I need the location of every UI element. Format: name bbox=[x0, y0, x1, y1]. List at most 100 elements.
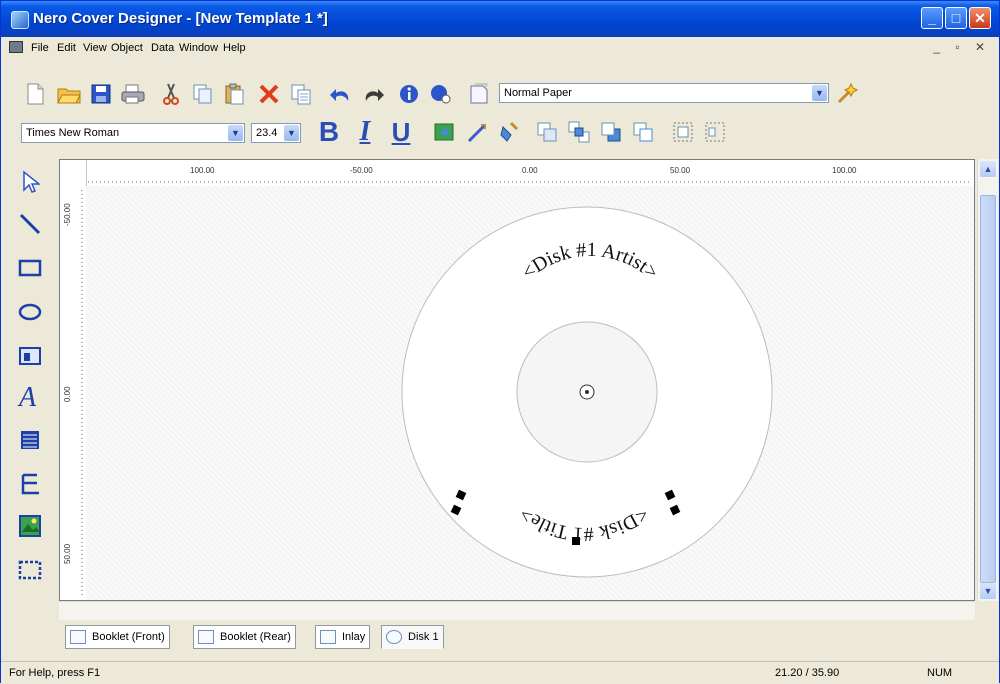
app-icon bbox=[11, 11, 29, 29]
document-icon[interactable] bbox=[9, 41, 23, 53]
align-icon[interactable] bbox=[669, 119, 697, 145]
undo-icon[interactable] bbox=[327, 81, 355, 107]
tree-tool-icon[interactable] bbox=[16, 469, 44, 499]
italic-button[interactable]: I bbox=[351, 116, 379, 147]
distribute-icon[interactable] bbox=[701, 119, 729, 145]
paste-icon[interactable] bbox=[221, 81, 249, 107]
mdi-controls[interactable]: _ ▫ ✕ bbox=[933, 40, 991, 54]
selection-rect-tool-icon[interactable] bbox=[16, 555, 44, 585]
maximize-button[interactable]: □ bbox=[945, 7, 967, 29]
image-frame-tool-icon[interactable] bbox=[16, 341, 44, 371]
ruler-label: 100.00 bbox=[190, 166, 215, 175]
fill-color-icon[interactable] bbox=[431, 119, 459, 145]
status-bar: For Help, press F1 21.20 / 35.90 NUM bbox=[1, 661, 999, 684]
menu-file[interactable]: File bbox=[31, 42, 49, 54]
ruler-label: 50.00 bbox=[670, 166, 691, 175]
vertical-scroll-thumb[interactable] bbox=[980, 195, 996, 583]
tab-label: Booklet (Front) bbox=[92, 631, 165, 643]
tab-label: Disk 1 bbox=[408, 631, 439, 643]
tab-disk-1[interactable]: Disk 1 bbox=[381, 625, 444, 649]
tab-booklet-front[interactable]: Booklet (Front) bbox=[65, 625, 170, 649]
status-num-indicator: NUM bbox=[927, 667, 953, 679]
group-icon[interactable] bbox=[565, 119, 593, 145]
menu-object[interactable]: Object bbox=[111, 42, 143, 54]
line-tool-icon[interactable] bbox=[16, 209, 44, 239]
chevron-down-icon[interactable]: ▼ bbox=[284, 125, 299, 141]
chevron-down-icon[interactable]: ▼ bbox=[812, 85, 827, 101]
menu-window[interactable]: Window bbox=[179, 42, 218, 54]
ruler-label: 50.00 bbox=[63, 543, 72, 564]
redo-icon[interactable] bbox=[359, 81, 387, 107]
standard-toolbar: Normal Paper ▼ bbox=[11, 75, 991, 111]
underline-button[interactable]: U bbox=[387, 117, 415, 147]
wizard-icon[interactable] bbox=[833, 81, 861, 107]
inlay-icon bbox=[320, 630, 336, 644]
duplicate-icon[interactable] bbox=[287, 81, 315, 107]
shading-icon[interactable] bbox=[495, 119, 523, 145]
rectangle-tool-icon[interactable] bbox=[16, 253, 44, 283]
info-icon[interactable] bbox=[395, 81, 423, 107]
app-window: Nero Cover Designer - [New Template 1 *]… bbox=[0, 0, 1000, 684]
close-button[interactable]: ✕ bbox=[969, 7, 991, 29]
send-back-icon[interactable] bbox=[597, 119, 625, 145]
ruler-label: 100.00 bbox=[832, 166, 857, 175]
status-help-text: For Help, press F1 bbox=[9, 667, 101, 679]
bold-button[interactable]: B bbox=[315, 116, 343, 147]
web-update-icon[interactable] bbox=[427, 81, 455, 107]
ellipse-tool-icon[interactable] bbox=[16, 297, 44, 327]
paper-select-value: Normal Paper bbox=[504, 87, 572, 99]
ruler-label: 0.00 bbox=[63, 386, 72, 402]
horizontal-scrollbar[interactable] bbox=[59, 601, 975, 620]
scroll-up-icon[interactable]: ▲ bbox=[980, 161, 996, 177]
copy-icon[interactable] bbox=[189, 81, 217, 107]
menu-edit[interactable]: Edit bbox=[57, 42, 76, 54]
ruler-label: -50.00 bbox=[63, 203, 72, 226]
new-icon[interactable] bbox=[21, 81, 49, 107]
chevron-down-icon[interactable]: ▼ bbox=[228, 125, 243, 141]
font-select-value: Times New Roman bbox=[26, 127, 120, 139]
menu-help[interactable]: Help bbox=[223, 42, 246, 54]
menu-view[interactable]: View bbox=[83, 42, 107, 54]
font-size-select[interactable]: 23.4 ▼ bbox=[251, 123, 301, 143]
work-area[interactable]: <Disk #1 Artist> <Disk #1 Title> bbox=[86, 186, 974, 600]
print-icon[interactable] bbox=[119, 81, 147, 107]
selection-handle[interactable] bbox=[572, 537, 580, 545]
line-color-icon[interactable] bbox=[463, 119, 491, 145]
disc-icon bbox=[386, 630, 402, 644]
tab-inlay[interactable]: Inlay bbox=[315, 625, 371, 649]
title-bar[interactable]: Nero Cover Designer - [New Template 1 *]… bbox=[1, 1, 999, 37]
open-icon[interactable] bbox=[55, 81, 83, 107]
tab-booklet-rear[interactable]: Booklet (Rear) bbox=[193, 625, 296, 649]
ungroup-icon[interactable] bbox=[629, 119, 657, 145]
bring-front-icon[interactable] bbox=[533, 119, 561, 145]
font-size-value: 23.4 bbox=[256, 127, 278, 139]
picture-tool-icon[interactable] bbox=[16, 511, 44, 541]
menu-bar: File Edit View Object Data Window Help _… bbox=[1, 37, 999, 59]
paper-icon[interactable] bbox=[465, 81, 493, 107]
menu-data[interactable]: Data bbox=[151, 42, 174, 54]
booklet-icon bbox=[70, 630, 86, 644]
delete-icon[interactable] bbox=[255, 81, 283, 107]
text-tool-icon[interactable]: A bbox=[16, 381, 44, 411]
tab-label: Inlay bbox=[342, 631, 366, 643]
tab-label: Booklet (Rear) bbox=[220, 631, 291, 643]
ruler-label: 0.00 bbox=[522, 166, 538, 175]
svg-text:A: A bbox=[17, 382, 37, 410]
vertical-scrollbar[interactable]: ▲ ▼ bbox=[977, 159, 998, 601]
paper-select[interactable]: Normal Paper ▼ bbox=[499, 83, 829, 103]
design-canvas[interactable]: 100.00 -50.00 0.00 50.00 100.00 -50.00 0… bbox=[59, 159, 975, 601]
booklet-icon bbox=[198, 630, 214, 644]
minimize-button[interactable]: _ bbox=[921, 7, 943, 29]
format-toolbar: Times New Roman ▼ 23.4 ▼ B I U bbox=[11, 113, 991, 149]
select-tool-icon[interactable] bbox=[16, 167, 44, 197]
status-coordinates: 21.20 / 35.90 bbox=[775, 667, 840, 679]
tool-palette: A bbox=[11, 159, 49, 619]
disc-layout: <Disk #1 Artist> <Disk #1 Title> bbox=[401, 206, 773, 578]
ruler-label: -50.00 bbox=[350, 166, 373, 175]
save-icon[interactable] bbox=[87, 81, 115, 107]
vertical-ruler: -50.00 0.00 50.00 bbox=[60, 160, 87, 600]
font-select[interactable]: Times New Roman ▼ bbox=[21, 123, 245, 143]
scroll-down-icon[interactable]: ▼ bbox=[980, 583, 996, 599]
cut-icon[interactable] bbox=[157, 81, 185, 107]
list-tool-icon[interactable] bbox=[16, 425, 44, 455]
